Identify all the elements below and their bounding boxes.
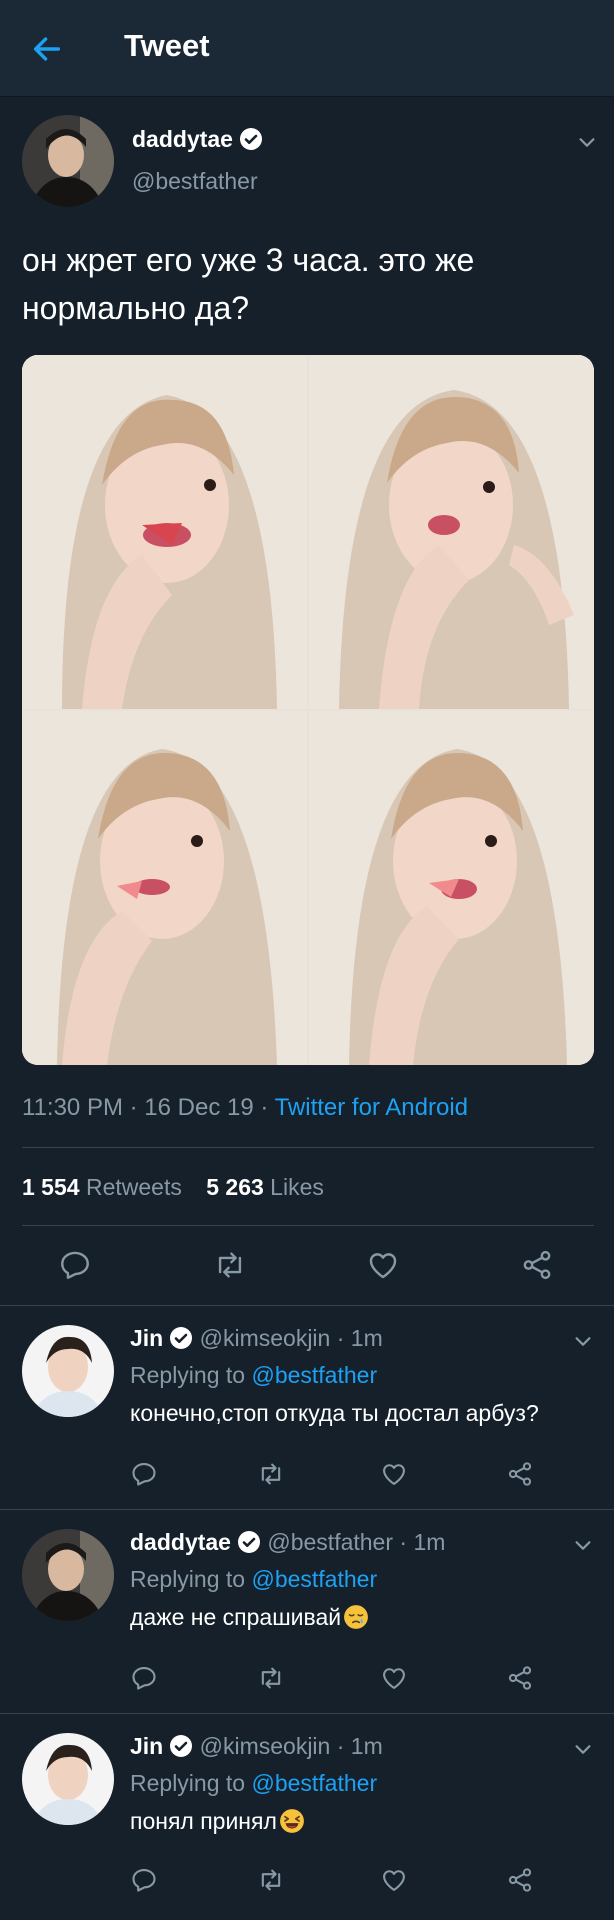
divider (22, 1225, 594, 1226)
like-button[interactable] (366, 1248, 400, 1282)
divider (0, 1713, 614, 1714)
reply-button[interactable] (130, 1460, 158, 1488)
like-icon (383, 1464, 405, 1485)
retweets-count: 1 554 (22, 1174, 80, 1200)
replying-to-prefix: Replying to (130, 1770, 252, 1796)
chevron-down-icon[interactable] (572, 1330, 594, 1352)
reply-author-handle: @kimseokjin · 1m (199, 1733, 383, 1759)
reply-author-handle: @bestfather · 1m (267, 1529, 446, 1555)
photo-3[interactable] (22, 711, 307, 1065)
retweet-button[interactable] (212, 1248, 248, 1282)
reply-icon (61, 1251, 89, 1279)
reply-button[interactable] (130, 1866, 158, 1894)
avatar[interactable] (22, 1325, 114, 1417)
share-button[interactable] (520, 1248, 554, 1282)
share-icon (508, 1462, 532, 1486)
author-name: daddytae (132, 126, 233, 152)
reply-button[interactable] (130, 1664, 158, 1692)
author-name-line[interactable]: daddytae (132, 126, 263, 153)
reply-icon (132, 1667, 156, 1690)
replying-to-mention[interactable]: @bestfather (251, 1362, 377, 1388)
like-button[interactable] (380, 1866, 408, 1894)
share-button[interactable] (506, 1460, 534, 1488)
reply-icon (132, 1869, 156, 1892)
photo-4[interactable] (309, 711, 594, 1065)
retweet-icon (218, 1252, 242, 1278)
avatar[interactable] (22, 1529, 114, 1621)
replying-to-prefix: Replying to (130, 1566, 252, 1592)
verified-badge-icon (170, 1735, 193, 1757)
avatar[interactable] (22, 115, 114, 207)
share-button[interactable] (506, 1866, 534, 1894)
like-icon (369, 1253, 397, 1279)
like-button[interactable] (380, 1664, 408, 1692)
page-title: Tweet (124, 28, 210, 63)
retweets-stat[interactable]: 1 554 Retweets (22, 1174, 182, 1200)
tweet-timestamp: 11:30 PM · 16 Dec 19 · (22, 1094, 275, 1121)
divider (0, 1305, 614, 1306)
divider (22, 1147, 594, 1148)
reply-author-name[interactable]: Jin (130, 1733, 163, 1759)
retweet-button[interactable] (256, 1664, 286, 1692)
reply-text-line: понял принял (130, 1808, 305, 1835)
photo-grid (22, 355, 594, 1065)
likes-label: Likes (270, 1174, 324, 1200)
reply-name-line: Jin @kimseokjin · 1m (130, 1733, 383, 1760)
reply-text-line: даже не спрашивай (130, 1604, 369, 1631)
reply-author-name[interactable]: Jin (130, 1325, 163, 1351)
replying-to-mention[interactable]: @bestfather (251, 1566, 377, 1592)
retweet-button[interactable] (256, 1866, 286, 1894)
arrow-left-icon[interactable] (30, 32, 64, 66)
replying-to-line: Replying to @bestfather (130, 1566, 377, 1593)
retweet-icon (261, 1463, 281, 1485)
photo-1[interactable] (22, 355, 307, 709)
like-icon (383, 1870, 405, 1891)
tweet-meta: 11:30 PM · 16 Dec 19 · Twitter for Andro… (22, 1094, 468, 1122)
reply-author-name[interactable]: daddytae (130, 1529, 231, 1555)
author-handle[interactable]: @bestfather (132, 168, 258, 195)
reply-name-line: Jin @kimseokjin · 1m (130, 1325, 383, 1352)
like-icon (383, 1668, 405, 1689)
verified-badge-icon (237, 1531, 260, 1553)
reply-icon (132, 1463, 156, 1486)
replying-to-line: Replying to @bestfather (130, 1362, 377, 1389)
tweet-text: он жрет его уже 3 часа. это же нормально… (22, 242, 475, 326)
tweet-source-link[interactable]: Twitter for Android (275, 1094, 468, 1121)
reply-button[interactable] (58, 1248, 92, 1282)
likes-stat[interactable]: 5 263 Likes (206, 1174, 324, 1200)
replying-to-prefix: Replying to (130, 1362, 252, 1388)
tweet-stats: 1 554 Retweets 5 263 Likes (22, 1174, 342, 1201)
replying-to-line: Replying to @bestfather (130, 1770, 377, 1797)
reply-text: конечно,стоп откуда ты достал арбуз? (130, 1400, 539, 1426)
avatar[interactable] (22, 1733, 114, 1825)
photo-2[interactable] (309, 355, 594, 709)
reply-text: понял принял (130, 1808, 277, 1834)
likes-count: 5 263 (206, 1174, 264, 1200)
like-button[interactable] (380, 1460, 408, 1488)
reply-text: даже не спрашивай (130, 1604, 342, 1630)
retweets-label: Retweets (85, 1174, 182, 1200)
share-button[interactable] (506, 1664, 534, 1692)
share-icon (508, 1666, 532, 1690)
top-bar: Tweet (0, 0, 614, 97)
chevron-down-icon[interactable] (576, 131, 598, 153)
divider (0, 1509, 614, 1510)
reply-name-line: daddytae @bestfather · 1m (130, 1529, 445, 1556)
retweet-icon (261, 1869, 281, 1891)
share-icon (508, 1868, 532, 1892)
verified-badge-icon (170, 1327, 193, 1349)
replying-to-mention[interactable]: @bestfather (251, 1770, 377, 1796)
laughing-face-emoji (279, 1809, 304, 1833)
sleepy-face-emoji (344, 1605, 369, 1629)
retweet-icon (261, 1667, 281, 1689)
chevron-down-icon[interactable] (572, 1534, 594, 1556)
share-icon (523, 1250, 551, 1280)
verified-badge-icon (239, 128, 262, 150)
reply-author-handle: @kimseokjin · 1m (199, 1325, 383, 1351)
retweet-button[interactable] (256, 1460, 286, 1488)
chevron-down-icon[interactable] (572, 1738, 594, 1760)
